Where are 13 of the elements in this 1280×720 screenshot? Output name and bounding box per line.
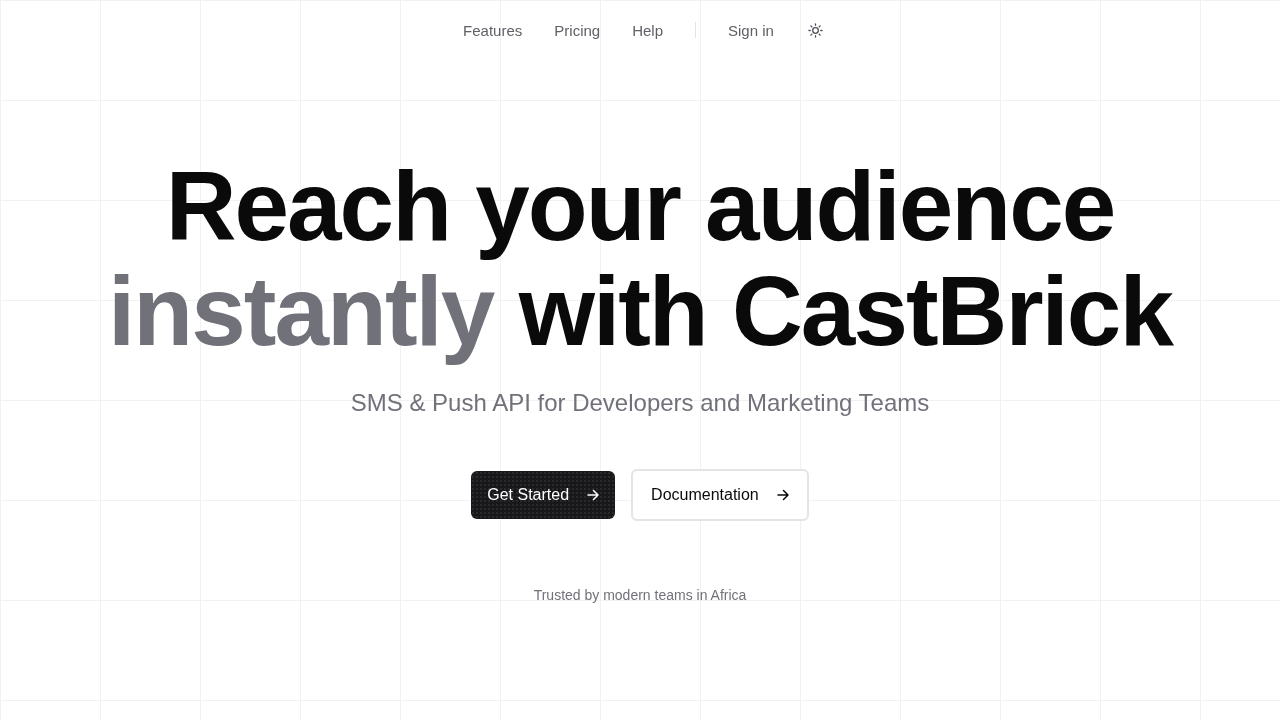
theme-toggle-button[interactable] xyxy=(805,20,825,40)
hero-subtitle: SMS & Push API for Developers and Marketing Teams xyxy=(350,388,930,418)
nav-link[interactable]: Help xyxy=(632,21,663,39)
sign-in-link[interactable]: Sign in xyxy=(728,21,774,39)
hero-heading: Reach your audience instantly with CastBrick xyxy=(108,154,1172,364)
trust-line: Trusted by modern teams in Africa xyxy=(533,586,747,605)
nav-link[interactable]: Pricing xyxy=(554,21,601,39)
arrow-right-icon xyxy=(776,489,789,501)
arrow-right-icon xyxy=(587,489,600,501)
documentation-button[interactable]: Documentation xyxy=(631,469,809,521)
get-started-button[interactable]: Get Started xyxy=(471,471,616,519)
nav-link[interactable]: Features xyxy=(463,21,523,39)
sun-icon xyxy=(807,22,823,38)
